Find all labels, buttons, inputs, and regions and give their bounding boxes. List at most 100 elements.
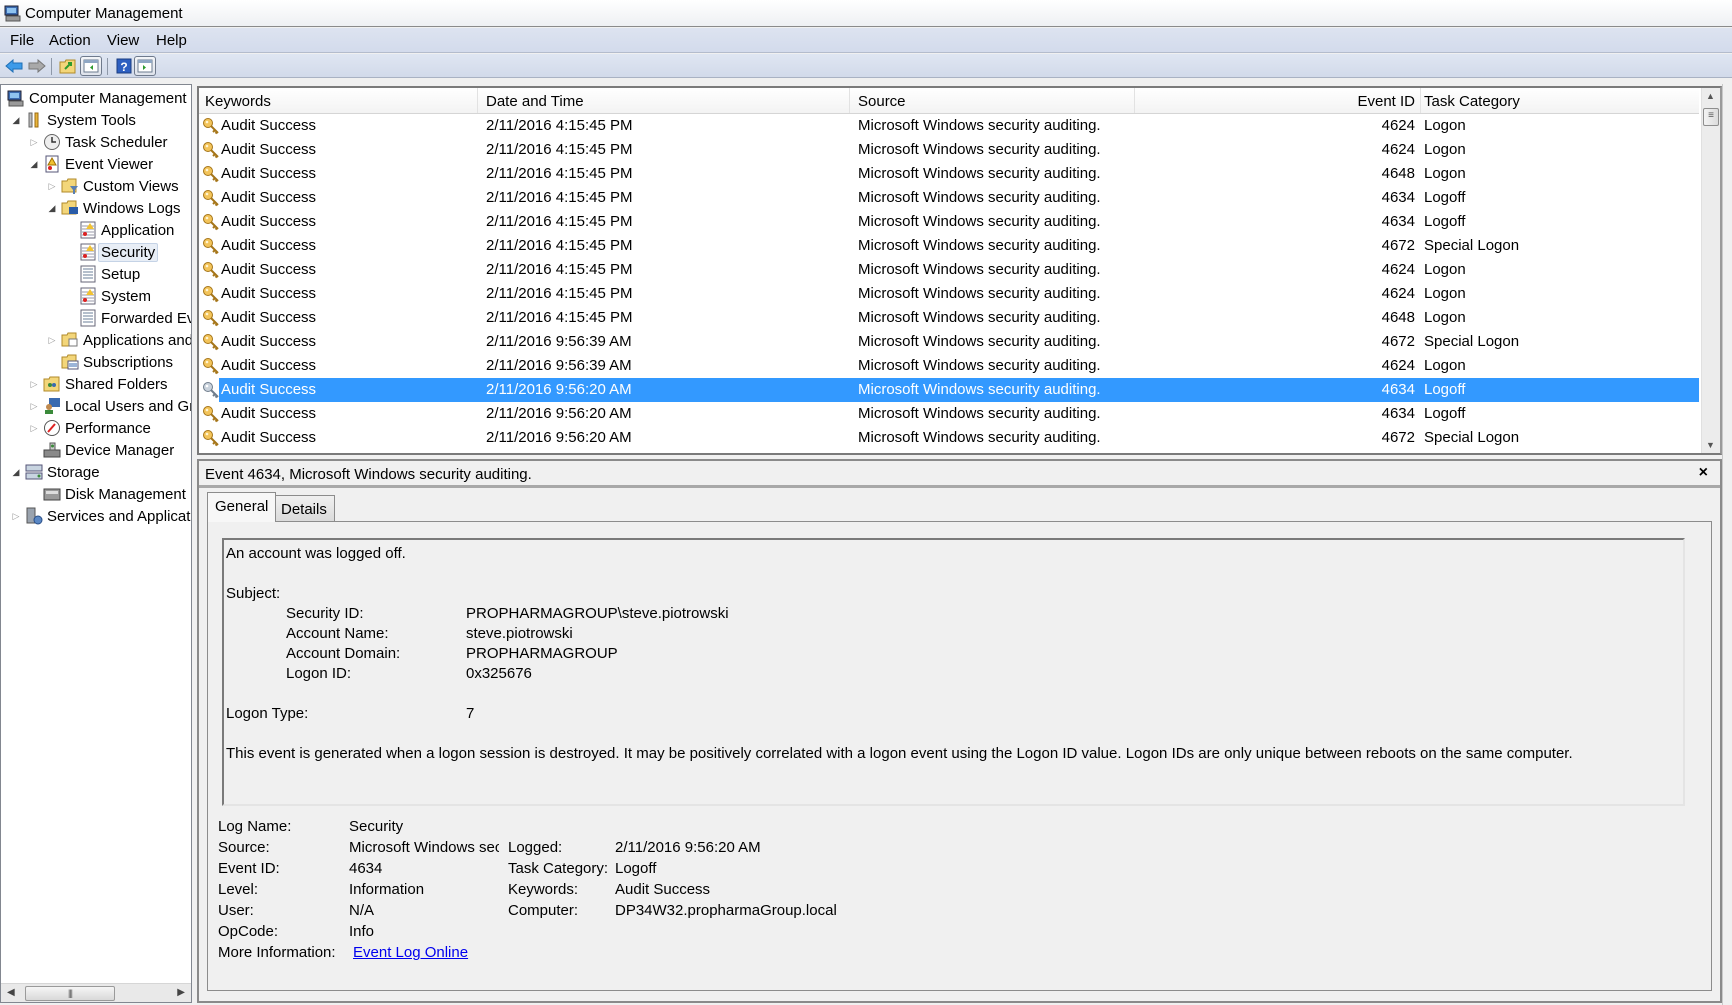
list-vertical-scrollbar[interactable]: ▲ ≡ ▼ — [1701, 88, 1720, 453]
scroll-right-arrow-icon[interactable]: ▶ — [177, 987, 185, 998]
task-category-value: Logoff — [615, 860, 657, 877]
tree-item-computer-management[interactable]: Computer Management — [7, 87, 187, 109]
show-hide-console-tree-icon[interactable] — [80, 56, 102, 76]
collapsed-arrow-icon[interactable]: ▷ — [29, 423, 39, 434]
show-hide-action-pane-icon[interactable] — [134, 56, 156, 76]
event-row[interactable]: Audit Success 2/11/2016 9:56:39 AM Microso… — [199, 354, 1699, 378]
tree-item-system-tools[interactable]: ◢ System Tools — [11, 109, 136, 131]
tree-item-applications-and[interactable]: ▷ Applications and — [47, 329, 191, 351]
event-row[interactable]: Audit Success 2/11/2016 4:15:45 PM Microso… — [199, 114, 1699, 138]
tree-item-event-viewer[interactable]: ◢ Event Viewer — [29, 153, 153, 175]
collapsed-arrow-icon[interactable]: ▷ — [47, 335, 57, 346]
forward-icon[interactable] — [26, 56, 48, 76]
menu-bar: File Action View Help — [0, 28, 1732, 53]
column-header-source[interactable]: Source — [858, 93, 906, 110]
collapsed-arrow-icon[interactable]: ▷ — [11, 511, 21, 522]
tree-item-device-manager[interactable]: Device Manager — [29, 439, 174, 461]
scroll-left-arrow-icon[interactable]: ◀ — [7, 987, 15, 998]
cell-date-time: 2/11/2016 9:56:39 AM — [486, 357, 632, 374]
column-divider[interactable] — [477, 88, 478, 113]
tree-item-storage[interactable]: ◢ Storage — [11, 461, 100, 483]
logon-type-value: 7 — [466, 705, 475, 722]
column-divider[interactable] — [1134, 88, 1135, 113]
event-row[interactable]: Audit Success 2/11/2016 9:56:39 AM Microso… — [199, 330, 1699, 354]
toolbar: ? — [0, 54, 1732, 78]
collapsed-arrow-icon[interactable]: ▷ — [47, 181, 57, 192]
users-icon — [43, 397, 61, 415]
event-list: Keywords Date and Time Source Event ID T… — [197, 86, 1722, 455]
tab-details[interactable]: Details — [273, 495, 335, 522]
collapsed-arrow-icon[interactable]: ▷ — [29, 137, 39, 148]
cell-keywords: Audit Success — [221, 309, 317, 326]
event-row[interactable]: Audit Success 2/11/2016 9:56:20 AM Microso… — [203, 378, 1699, 402]
event-row[interactable]: Audit Success 2/11/2016 4:15:45 PM Microso… — [199, 306, 1699, 330]
tree-item-forwarded-ev[interactable]: Forwarded Ev — [65, 307, 191, 329]
tree-item-system[interactable]: System — [65, 285, 151, 307]
expanded-arrow-icon[interactable]: ◢ — [11, 467, 21, 478]
back-icon[interactable] — [3, 56, 25, 76]
tree-item-performance[interactable]: ▷ Performance — [29, 417, 151, 439]
tree-item-services-and-applicat[interactable]: ▷ Services and Applicat — [11, 505, 190, 527]
cell-task-category: Logon — [1424, 357, 1466, 374]
info-label: Log Name: — [218, 818, 292, 835]
expanded-arrow-icon[interactable]: ◢ — [29, 159, 39, 170]
event-row[interactable]: Audit Success 2/11/2016 9:56:20 AM Microso… — [199, 402, 1699, 426]
column-header-keywords[interactable]: Keywords — [205, 93, 271, 110]
tree-item-application[interactable]: Application — [65, 219, 174, 241]
audit-success-key-icon — [202, 141, 220, 159]
column-header-event-id[interactable]: Event ID — [1355, 93, 1415, 110]
scroll-down-arrow-icon[interactable]: ▼ — [1706, 440, 1715, 450]
audit-success-key-icon — [202, 261, 220, 279]
tree-item-subscriptions[interactable]: Subscriptions — [47, 351, 173, 373]
audit-success-key-icon — [202, 237, 220, 255]
event-row[interactable]: Audit Success 2/11/2016 4:15:45 PM Microso… — [199, 186, 1699, 210]
column-divider[interactable] — [849, 88, 850, 113]
scroll-thumb[interactable]: ≡ — [1703, 108, 1719, 126]
scroll-up-arrow-icon[interactable]: ▲ — [1706, 91, 1715, 101]
tree-item-task-scheduler[interactable]: ▷ Task Scheduler — [29, 131, 168, 153]
tree-item-custom-views[interactable]: ▷ Custom Views — [47, 175, 179, 197]
audit-success-key-icon — [202, 405, 220, 423]
column-header-task-category[interactable]: Task Category — [1424, 93, 1520, 110]
menu-action[interactable]: Action — [49, 32, 91, 49]
performance-icon — [43, 419, 61, 437]
tree-horizontal-scrollbar[interactable]: ◀ ||| ▶ — [1, 983, 191, 1002]
event-row[interactable]: Audit Success 2/11/2016 9:56:20 AM Microso… — [199, 426, 1699, 450]
event-row[interactable]: Audit Success 2/11/2016 4:15:45 PM Microso… — [199, 234, 1699, 258]
menu-file[interactable]: File — [10, 32, 34, 49]
cell-task-category: Logoff — [1424, 381, 1466, 398]
expanded-arrow-icon[interactable]: ◢ — [11, 115, 21, 126]
column-divider[interactable] — [1420, 88, 1421, 113]
collapsed-arrow-icon[interactable]: ▷ — [29, 401, 39, 412]
audit-success-key-icon — [202, 429, 220, 447]
tree-item-local-users-and-gro[interactable]: ▷ Local Users and Gro — [29, 395, 191, 417]
event-log-online-link[interactable]: Event Log Online — [353, 944, 468, 961]
event-description-box[interactable]: An account was logged off. Subject: Secu… — [222, 538, 1685, 806]
event-row[interactable]: Audit Success 2/11/2016 4:15:45 PM Microso… — [199, 210, 1699, 234]
tree-item-windows-logs[interactable]: ◢ Windows Logs — [47, 197, 181, 219]
info-label: Keywords: — [508, 881, 579, 898]
event-row[interactable]: Audit Success 2/11/2016 4:15:45 PM Microso… — [199, 258, 1699, 282]
event-row[interactable]: Audit Success 2/11/2016 4:15:45 PM Microso… — [199, 162, 1699, 186]
tab-general[interactable]: General — [207, 492, 277, 522]
menu-view[interactable]: View — [107, 32, 139, 49]
collapsed-arrow-icon[interactable]: ▷ — [29, 379, 39, 390]
tree-item-shared-folders[interactable]: ▷ Shared Folders — [29, 373, 168, 395]
help-icon[interactable]: ? — [113, 56, 135, 76]
close-icon[interactable]: × — [1699, 464, 1708, 482]
tree-item-disk-management[interactable]: Disk Management — [29, 483, 186, 505]
scroll-thumb[interactable]: ||| — [25, 986, 115, 1001]
cell-keywords: Audit Success — [221, 117, 317, 134]
cell-task-category: Logon — [1424, 165, 1466, 182]
column-header-date-time[interactable]: Date and Time — [486, 93, 584, 110]
up-folder-icon[interactable] — [57, 56, 79, 76]
menu-help[interactable]: Help — [156, 32, 187, 49]
tree-item-label: Performance — [65, 419, 151, 437]
cell-task-category: Special Logon — [1424, 237, 1520, 254]
tree-item-security[interactable]: Security — [65, 241, 159, 263]
tree-item-setup[interactable]: Setup — [65, 263, 140, 285]
expanded-arrow-icon[interactable]: ◢ — [47, 203, 57, 214]
event-row[interactable]: Audit Success 2/11/2016 4:15:45 PM Microso… — [199, 282, 1699, 306]
event-row[interactable]: Audit Success 2/11/2016 4:15:45 PM Microso… — [199, 138, 1699, 162]
info-label: Source: — [218, 839, 270, 856]
